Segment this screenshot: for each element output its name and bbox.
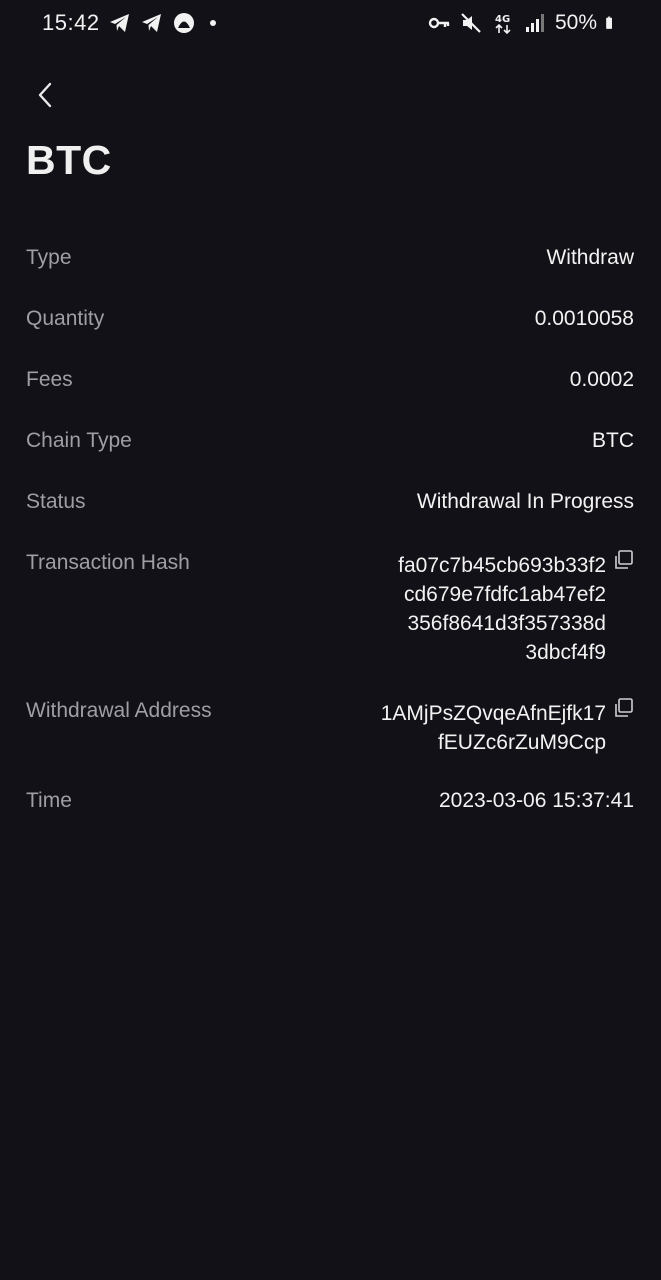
notification-dot (209, 20, 216, 26)
copy-icon[interactable] (612, 549, 634, 571)
quantity-value: 0.0010058 (534, 307, 634, 330)
svg-text:4G: 4G (495, 14, 510, 25)
type-value: Withdraw (546, 246, 634, 269)
back-button[interactable] (28, 78, 62, 112)
4g-icon: 4G (495, 14, 511, 35)
signal-icon (525, 14, 544, 32)
chain-type-value: BTC (592, 429, 634, 452)
telegram-icon (141, 14, 161, 32)
mute-icon (461, 13, 481, 33)
app-icon (173, 13, 194, 33)
transaction-hash-value: fa07c7b45cb693b33f2 cd679e7fdfc1ab47ef2 … (398, 551, 606, 667)
telegram-icon (109, 14, 129, 32)
battery-icon (606, 16, 612, 29)
status-label: Status (26, 490, 86, 513)
chevron-left-icon (38, 82, 52, 108)
fees-value: 0.0002 (569, 368, 634, 391)
time-value: 2023-03-06 15:37:41 (439, 789, 634, 812)
battery-percentage: 50% (554, 11, 597, 34)
status-bar-left: 15:42 (42, 10, 216, 36)
status-bar: 15:42 4G 50% (0, 0, 661, 50)
key-icon (428, 17, 450, 29)
status-time: 15:42 (42, 10, 100, 35)
transaction-hash-line: 356f8641d3f357338d (407, 612, 606, 635)
page-title: BTC (26, 137, 112, 183)
transaction-hash-line: fa07c7b45cb693b33f2 (398, 554, 606, 577)
status-bar-right: 4G 50% (427, 11, 619, 35)
withdrawal-address-line: fEUZc6rZuM9Ccp (437, 731, 606, 754)
status-value: Withdrawal In Progress (416, 490, 634, 513)
fees-label: Fees (26, 368, 73, 391)
transaction-hash-label: Transaction Hash (26, 551, 190, 574)
transaction-hash-line: 3dbcf4f9 (525, 641, 606, 664)
copy-icon[interactable] (612, 697, 634, 719)
withdrawal-address-value: 1AMjPsZQvqeAfnEjfk17 fEUZc6rZuM9Ccp (381, 699, 606, 757)
transaction-hash-line: cd679e7fdfc1ab47ef2 (403, 583, 606, 606)
chain-type-label: Chain Type (26, 429, 132, 452)
time-label: Time (26, 789, 72, 812)
withdrawal-address-label: Withdrawal Address (26, 699, 212, 722)
withdrawal-address-line: 1AMjPsZQvqeAfnEjfk17 (380, 702, 606, 725)
type-label: Type (26, 246, 72, 269)
quantity-label: Quantity (26, 307, 105, 330)
